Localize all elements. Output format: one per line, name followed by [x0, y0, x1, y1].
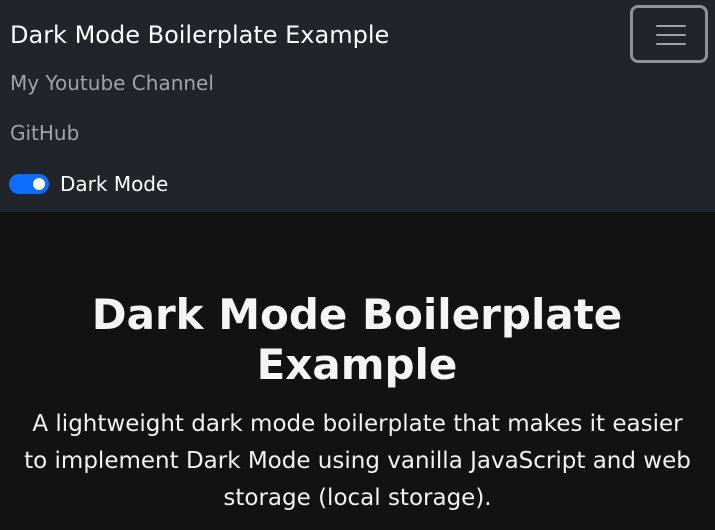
hero-description: A lightweight dark mode boilerplate that… — [24, 411, 691, 511]
hamburger-menu-icon — [656, 23, 686, 45]
navbar-toggler-button[interactable] — [630, 5, 708, 63]
dark-mode-label[interactable]: Dark Mode — [60, 170, 168, 198]
nav-link-youtube-channel[interactable]: My Youtube Channel — [10, 69, 214, 97]
hero-section: Dark Mode Boilerplate Example A lightwei… — [0, 212, 715, 530]
dark-mode-toggle[interactable] — [9, 174, 49, 194]
hero-title: Dark Mode Boilerplate Example — [91, 290, 623, 389]
navbar: Dark Mode Boilerplate Example My Youtube… — [0, 0, 715, 212]
dark-mode-switch-group: Dark Mode — [9, 170, 168, 198]
toggle-knob — [33, 178, 45, 190]
hamburger-bar — [656, 34, 686, 36]
nav-link-github[interactable]: GitHub — [10, 119, 79, 147]
hamburger-bar — [656, 25, 686, 27]
navbar-brand[interactable]: Dark Mode Boilerplate Example — [10, 19, 389, 51]
hamburger-bar — [656, 43, 686, 45]
